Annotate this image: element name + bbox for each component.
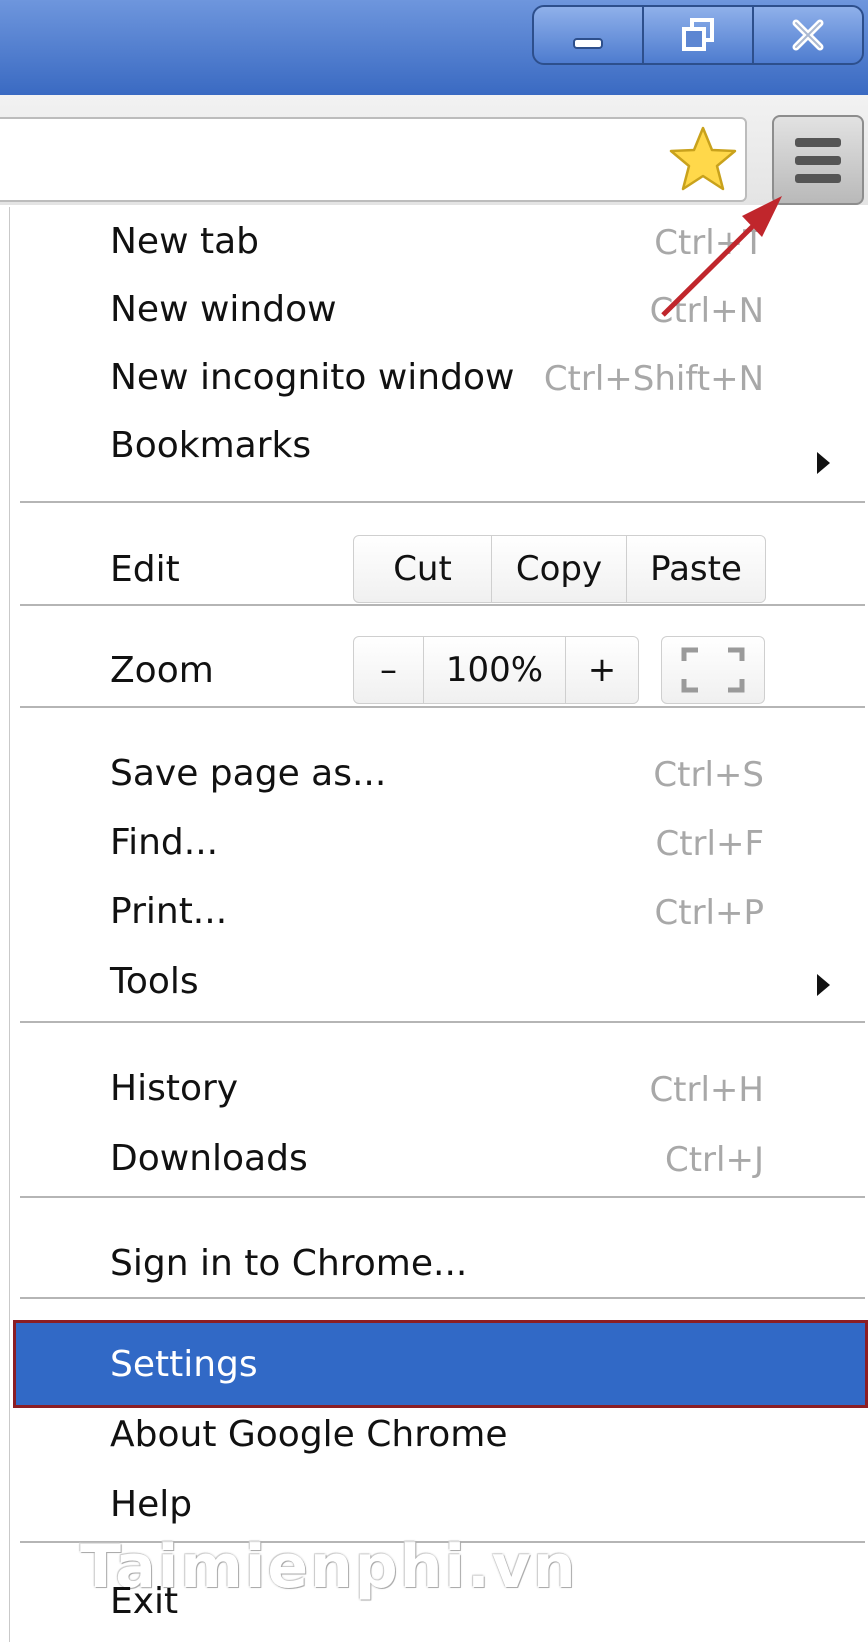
menu-separator — [20, 604, 865, 606]
hamburger-menu-icon — [795, 137, 841, 147]
zoom-level-value: 100% — [424, 637, 566, 703]
hamburger-line — [795, 173, 841, 183]
menu-item-edit-label: Edit — [110, 549, 180, 590]
minimize-button[interactable] — [534, 7, 644, 63]
fullscreen-icon — [681, 647, 745, 693]
menu-item-new-window[interactable]: New window — [110, 292, 337, 328]
restore-button[interactable] — [644, 7, 754, 63]
minimize-icon — [573, 38, 603, 49]
cut-button[interactable]: Cut — [354, 536, 492, 602]
menu-item-sign-in[interactable]: Sign in to Chrome... — [110, 1246, 467, 1282]
shortcut-downloads: Ctrl+J — [664, 1140, 764, 1180]
shortcut-save-page: Ctrl+S — [653, 755, 764, 795]
zoom-control-group: – 100% + — [353, 636, 639, 704]
menu-item-print[interactable]: Print... — [110, 894, 227, 930]
close-icon — [792, 19, 824, 51]
shortcut-find: Ctrl+F — [655, 824, 764, 864]
menu-item-zoom-label: Zoom — [110, 650, 214, 691]
menu-item-new-tab[interactable]: New tab — [110, 224, 259, 260]
chrome-menu-button[interactable] — [772, 115, 864, 205]
shortcut-history: Ctrl+H — [649, 1070, 764, 1110]
zoom-in-button[interactable]: + — [566, 637, 638, 703]
menu-separator — [20, 1021, 865, 1023]
menu-item-find[interactable]: Find... — [110, 825, 218, 861]
fullscreen-button[interactable] — [661, 636, 765, 704]
copy-button[interactable]: Copy — [492, 536, 627, 602]
menu-item-downloads[interactable]: Downloads — [110, 1141, 308, 1177]
menu-separator — [20, 1196, 865, 1198]
menu-separator — [20, 501, 865, 503]
menu-separator — [20, 1297, 865, 1299]
paste-button[interactable]: Paste — [627, 536, 765, 602]
menu-item-bookmarks[interactable]: Bookmarks — [110, 428, 311, 464]
star-icon[interactable] — [668, 124, 738, 194]
menu-item-tools[interactable]: Tools — [110, 964, 199, 1000]
menu-item-help[interactable]: Help — [110, 1487, 192, 1523]
menu-item-about-google-chrome[interactable]: About Google Chrome — [110, 1417, 507, 1453]
shortcut-new-tab: Ctrl+T — [654, 223, 764, 263]
submenu-arrow-icon — [817, 452, 830, 474]
shortcut-new-window: Ctrl+N — [649, 291, 764, 331]
menu-item-exit[interactable]: Exit — [110, 1584, 178, 1620]
zoom-out-button[interactable]: – — [354, 637, 424, 703]
submenu-arrow-icon — [817, 974, 830, 996]
restore-icon — [682, 18, 714, 51]
close-button[interactable] — [754, 7, 862, 63]
menu-item-history[interactable]: History — [110, 1071, 238, 1107]
window-controls — [532, 5, 864, 65]
hamburger-line — [795, 155, 841, 165]
address-bar[interactable] — [0, 117, 747, 202]
edit-button-group: Cut Copy Paste — [353, 535, 766, 603]
menu-item-save-page-as[interactable]: Save page as... — [110, 756, 386, 792]
menu-item-new-incognito-window[interactable]: New incognito window — [110, 360, 514, 396]
menu-item-settings[interactable]: Settings — [110, 1347, 258, 1383]
shortcut-new-incognito: Ctrl+Shift+N — [543, 359, 764, 399]
shortcut-print: Ctrl+P — [654, 893, 765, 933]
menu-separator — [20, 706, 865, 708]
